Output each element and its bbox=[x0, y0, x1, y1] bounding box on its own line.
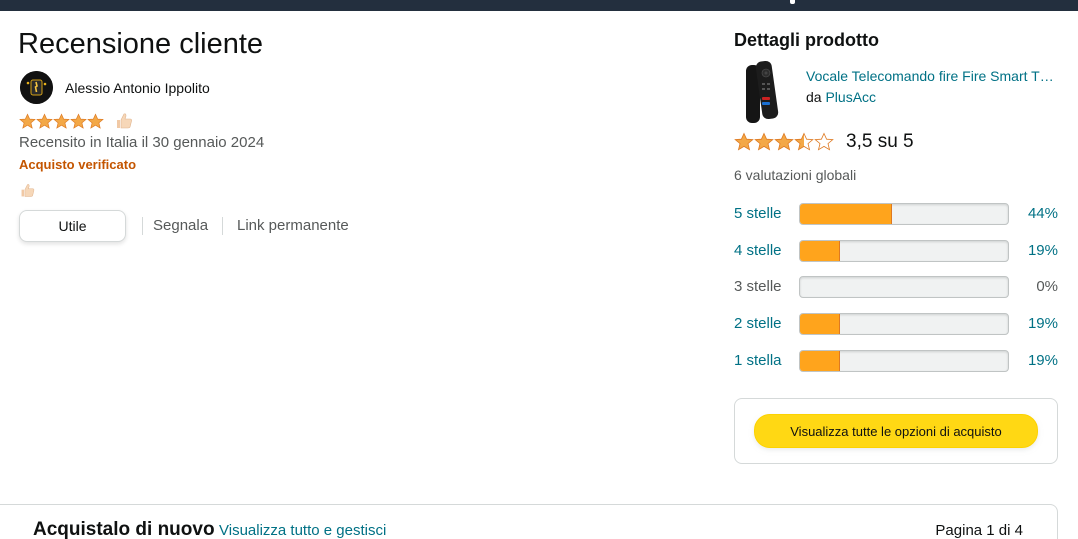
histogram-row[interactable]: 5 stelle 44% bbox=[734, 203, 1058, 225]
histogram-row[interactable]: 2 stelle 19% bbox=[734, 313, 1058, 336]
product-name-link[interactable]: Vocale Telecomando fire Fire Smart TV St… bbox=[806, 68, 1056, 84]
product-rating[interactable]: 3,5 su 5 bbox=[734, 131, 914, 153]
buy-options-box: Visualizza tutte le opzioni di acquisto bbox=[734, 398, 1058, 464]
permalink-link[interactable]: Link permanente bbox=[237, 217, 349, 234]
top-nav-bar bbox=[0, 0, 1078, 11]
product-image[interactable] bbox=[744, 59, 790, 125]
histogram-percent[interactable]: 19% bbox=[1028, 352, 1058, 369]
star-icon bbox=[53, 112, 70, 129]
histogram-row: 3 stelle 0% bbox=[734, 276, 1058, 299]
thumbs-up-icon bbox=[117, 113, 132, 129]
review-section-title: Recensione cliente bbox=[18, 28, 264, 60]
histogram-star-label[interactable]: 2 stelle bbox=[734, 315, 782, 332]
product-byline: da PlusAcc bbox=[806, 89, 876, 105]
product-details-title: Dettagli prodotto bbox=[734, 30, 879, 50]
histogram-star-label[interactable]: 5 stelle bbox=[734, 205, 782, 222]
star-icon bbox=[70, 112, 87, 129]
page-indicator: Pagina 1 di 4 bbox=[935, 522, 1023, 539]
star-icon bbox=[19, 112, 36, 129]
verified-purchase-badge: Acquisto verificato bbox=[19, 157, 137, 172]
histogram-star-label[interactable]: 1 stella bbox=[734, 352, 782, 369]
histogram-star-label: 3 stelle bbox=[734, 278, 782, 296]
star-icon bbox=[87, 112, 104, 129]
histogram-percent[interactable]: 19% bbox=[1028, 315, 1058, 332]
histogram-bar-fill bbox=[800, 314, 840, 335]
histogram-bar-fill bbox=[800, 204, 892, 224]
histogram-bar bbox=[799, 276, 1009, 299]
avatar[interactable] bbox=[20, 71, 53, 104]
histogram-bar[interactable] bbox=[799, 203, 1009, 225]
avatar-icon bbox=[20, 71, 53, 104]
histogram-bar-fill bbox=[800, 240, 840, 261]
histogram-star-label[interactable]: 4 stelle bbox=[734, 242, 782, 259]
review-date: Recensito in Italia il 30 gennaio 2024 bbox=[19, 134, 265, 151]
remote-control-icon bbox=[746, 60, 779, 123]
global-ratings-count: 6 valutazioni globali bbox=[734, 167, 857, 183]
histogram-row[interactable]: 4 stelle 19% bbox=[734, 239, 1058, 262]
review-star-rating bbox=[19, 111, 134, 131]
star-icon bbox=[36, 112, 53, 129]
manage-buy-again-link[interactable]: Visualizza tutto e gestisci bbox=[219, 522, 386, 539]
histogram-percent: 0% bbox=[1036, 278, 1058, 296]
histogram-bar[interactable] bbox=[799, 239, 1009, 262]
byline-prefix: da bbox=[806, 89, 822, 105]
divider bbox=[222, 217, 223, 235]
report-link[interactable]: Segnala bbox=[153, 217, 208, 234]
histogram-percent[interactable]: 44% bbox=[1028, 205, 1058, 222]
nav-bar-marker bbox=[790, 0, 795, 4]
star-rating-icon bbox=[734, 132, 834, 151]
histogram-bar[interactable] bbox=[799, 313, 1009, 336]
reviewer-name[interactable]: Alessio Antonio Ippolito bbox=[65, 80, 210, 96]
brand-link[interactable]: PlusAcc bbox=[825, 89, 876, 105]
histogram-bar-fill bbox=[800, 350, 840, 371]
helpful-button[interactable]: Utile bbox=[19, 210, 126, 242]
rating-summary: 3,5 su 5 bbox=[846, 131, 914, 152]
divider bbox=[142, 217, 143, 235]
see-all-buying-options-button[interactable]: Visualizza tutte le opzioni di acquisto bbox=[754, 414, 1038, 448]
thumbs-up-icon bbox=[19, 182, 36, 204]
histogram-percent[interactable]: 19% bbox=[1028, 242, 1058, 259]
histogram-bar[interactable] bbox=[799, 349, 1009, 372]
buy-again-title: Acquistalo di nuovo bbox=[33, 519, 215, 539]
histogram-row[interactable]: 1 stella 19% bbox=[734, 349, 1058, 372]
